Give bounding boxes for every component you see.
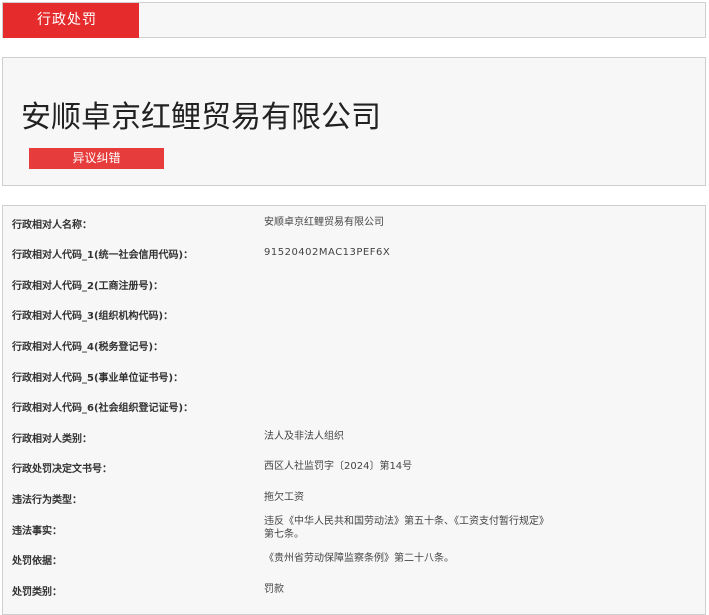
detail-label: 行政相对人代码_1(统一社会信用代码)： [12, 250, 194, 261]
detail-label: 违法行为类型： [12, 495, 82, 506]
tab-bar: 行政处罚 [2, 2, 706, 38]
detail-value: 拖欠工资 [264, 492, 304, 503]
detail-label: 行政相对人代码_2(工商注册号)： [12, 281, 164, 292]
detail-label: 违法事实： [12, 526, 62, 537]
detail-label: 处罚依据： [12, 556, 62, 567]
detail-label: 处罚类别： [12, 587, 62, 598]
detail-label: 行政相对人代码_5(事业单位证书号)： [12, 373, 184, 384]
detail-label: 行政相对人名称： [12, 220, 92, 231]
detail-value: 罚款 [264, 584, 284, 595]
detail-label: 行政相对人代码_6(社会组织登记证号)： [12, 403, 194, 414]
detail-label: 行政相对人代码_4(税务登记号)： [12, 342, 164, 353]
dispute-correction-button[interactable]: 异议纠错 [29, 148, 164, 169]
company-title: 安顺卓京红鲤贸易有限公司 [21, 100, 381, 135]
detail-label: 行政相对人类别： [12, 434, 92, 445]
detail-value: 西区人社监罚字〔2024〕第14号 [264, 461, 413, 472]
detail-value: 《贵州省劳动保障监察条例》第二十八条。 [264, 553, 454, 564]
tab-administrative-penalty[interactable]: 行政处罚 [3, 3, 139, 38]
detail-value: 91520402MAC13PEF6X [264, 247, 391, 258]
detail-value: 法人及非法人组织 [264, 431, 344, 442]
company-header-card: 安顺卓京红鲤贸易有限公司 异议纠错 [2, 57, 706, 186]
detail-value: 违反《中华人民共和国劳动法》第五十条、《工资支付暂行规定》第七条。 [264, 516, 544, 540]
detail-label: 行政相对人代码_3(组织机构代码)： [12, 311, 174, 322]
detail-label: 行政处罚决定文书号： [12, 464, 112, 475]
penalty-detail-card: 行政相对人名称： 安顺卓京红鲤贸易有限公司 行政相对人代码_1(统一社会信用代码… [2, 205, 706, 615]
detail-value: 安顺卓京红鲤贸易有限公司 [264, 217, 384, 228]
